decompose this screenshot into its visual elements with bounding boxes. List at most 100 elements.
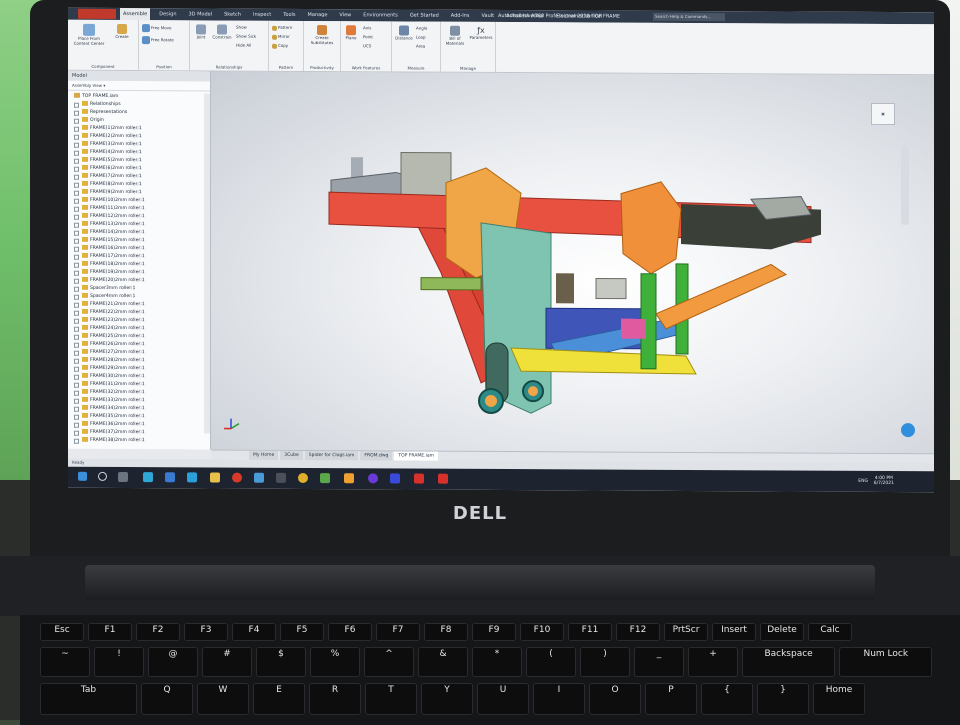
- clock[interactable]: 4:00 PM 6/7/2021: [874, 476, 894, 486]
- show-sick-button[interactable]: Show Sick: [236, 34, 256, 39]
- expand-toggle-icon[interactable]: [74, 311, 79, 316]
- search-icon[interactable]: [98, 472, 107, 481]
- pattern-button[interactable]: Pattern: [272, 25, 292, 31]
- parameters-button[interactable]: ƒxParameters: [469, 26, 493, 40]
- expand-toggle-icon[interactable]: [74, 151, 79, 156]
- key--[interactable]: ~: [40, 647, 90, 677]
- app-icon-3[interactable]: [320, 473, 330, 483]
- joint-button[interactable]: Joint: [193, 24, 209, 39]
- create-substitutes-button[interactable]: Create Substitutes: [308, 25, 336, 45]
- key-prtscr[interactable]: PrtScr: [664, 623, 708, 641]
- help-search-input[interactable]: Search Help & Commands...: [653, 13, 725, 21]
- expand-toggle-icon[interactable]: [74, 247, 79, 252]
- hide-all-button[interactable]: Hide All: [236, 43, 251, 48]
- help-bubble-icon[interactable]: [901, 423, 915, 437]
- expand-toggle-icon[interactable]: [74, 279, 79, 284]
- key-f6[interactable]: F6: [328, 623, 372, 641]
- key-f3[interactable]: F3: [184, 623, 228, 641]
- app-icon-2[interactable]: [276, 473, 286, 483]
- key-f8[interactable]: F8: [424, 623, 468, 641]
- edge-icon[interactable]: [143, 472, 153, 482]
- tree-item[interactable]: FRAME(38)2mm roller:1: [68, 437, 204, 446]
- area-button[interactable]: Area: [416, 44, 425, 49]
- point-button[interactable]: Point: [363, 34, 373, 39]
- tab-manage[interactable]: Manage: [305, 9, 331, 21]
- graphics-viewport[interactable]: ▣: [211, 71, 934, 453]
- expand-toggle-icon[interactable]: [74, 343, 79, 348]
- autocad-icon[interactable]: [438, 474, 448, 484]
- key--[interactable]: }: [757, 683, 809, 715]
- create-button[interactable]: Create: [110, 24, 134, 39]
- expand-toggle-icon[interactable]: [74, 383, 79, 388]
- expand-toggle-icon[interactable]: [74, 127, 79, 132]
- navigation-bar[interactable]: [901, 145, 909, 225]
- app-icon-5[interactable]: [368, 473, 378, 483]
- browser-view-selector[interactable]: Assembly View ▾: [68, 81, 210, 92]
- expand-toggle-icon[interactable]: [74, 327, 79, 332]
- expand-toggle-icon[interactable]: [74, 231, 79, 236]
- autodesk-inventor-icon[interactable]: [414, 474, 424, 484]
- expand-toggle-icon[interactable]: [74, 439, 79, 444]
- key-f12[interactable]: F12: [616, 623, 660, 641]
- expand-toggle-icon[interactable]: [74, 399, 79, 404]
- tab-vault[interactable]: Vault: [479, 10, 498, 22]
- expand-toggle-icon[interactable]: [74, 335, 79, 340]
- expand-toggle-icon[interactable]: [74, 135, 79, 140]
- tab-get-started[interactable]: Get Started: [407, 10, 442, 22]
- expand-toggle-icon[interactable]: [74, 375, 79, 380]
- key-home[interactable]: Home: [813, 683, 865, 715]
- store-icon[interactable]: [165, 472, 175, 482]
- expand-toggle-icon[interactable]: [74, 423, 79, 428]
- expand-toggle-icon[interactable]: [74, 223, 79, 228]
- angle-button[interactable]: Angle: [416, 26, 427, 31]
- expand-toggle-icon[interactable]: [74, 175, 79, 180]
- expand-toggle-icon[interactable]: [74, 255, 79, 260]
- place-button[interactable]: Place From Content Center: [72, 24, 106, 46]
- chrome-icon[interactable]: [298, 473, 308, 483]
- expand-toggle-icon[interactable]: [74, 319, 79, 324]
- expand-toggle-icon[interactable]: [74, 351, 79, 356]
- key-r[interactable]: R: [309, 683, 361, 715]
- expand-toggle-icon[interactable]: [74, 119, 79, 124]
- loop-button[interactable]: Loop: [416, 35, 426, 40]
- key-num-lock[interactable]: Num Lock: [839, 647, 932, 677]
- free-move-button[interactable]: Free Move: [142, 24, 172, 32]
- expand-toggle-icon[interactable]: [74, 199, 79, 204]
- tab-inspect[interactable]: Inspect: [250, 9, 274, 21]
- bill-of-materials-button[interactable]: Bill of Materials: [444, 26, 466, 46]
- opera-icon[interactable]: [232, 473, 242, 483]
- key-delete[interactable]: Delete: [760, 623, 804, 641]
- tab-sketch[interactable]: Sketch: [221, 9, 244, 21]
- expand-toggle-icon[interactable]: [74, 415, 79, 420]
- tab-view[interactable]: View: [336, 9, 354, 21]
- tab-add-ins[interactable]: Add-Ins: [448, 10, 473, 22]
- expand-toggle-icon[interactable]: [74, 183, 79, 188]
- key-f10[interactable]: F10: [520, 623, 564, 641]
- axis-button[interactable]: Axis: [363, 25, 371, 30]
- file-explorer-icon[interactable]: [210, 472, 220, 482]
- key-w[interactable]: W: [197, 683, 249, 715]
- key--[interactable]: ^: [364, 647, 414, 677]
- key-p[interactable]: P: [645, 683, 697, 715]
- key--[interactable]: !: [94, 647, 144, 677]
- expand-toggle-icon[interactable]: [74, 271, 79, 276]
- key-f5[interactable]: F5: [280, 623, 324, 641]
- viewcube[interactable]: ▣: [871, 103, 895, 125]
- expand-toggle-icon[interactable]: [74, 431, 79, 436]
- app-icon-6[interactable]: [390, 473, 400, 483]
- copy-button[interactable]: Copy: [272, 43, 288, 49]
- key-u[interactable]: U: [477, 683, 529, 715]
- expand-toggle-icon[interactable]: [74, 295, 79, 300]
- key-i[interactable]: I: [533, 683, 585, 715]
- expand-toggle-icon[interactable]: [74, 239, 79, 244]
- expand-toggle-icon[interactable]: [74, 391, 79, 396]
- key-f7[interactable]: F7: [376, 623, 420, 641]
- key-f11[interactable]: F11: [568, 623, 612, 641]
- key-tab[interactable]: Tab: [40, 683, 137, 715]
- expand-toggle-icon[interactable]: [74, 159, 79, 164]
- expand-toggle-icon[interactable]: [74, 263, 79, 268]
- app-icon-1[interactable]: [254, 473, 264, 483]
- tab-3d-model[interactable]: 3D Model: [185, 8, 215, 20]
- expand-toggle-icon[interactable]: [74, 143, 79, 148]
- tab-tools[interactable]: Tools: [280, 9, 298, 21]
